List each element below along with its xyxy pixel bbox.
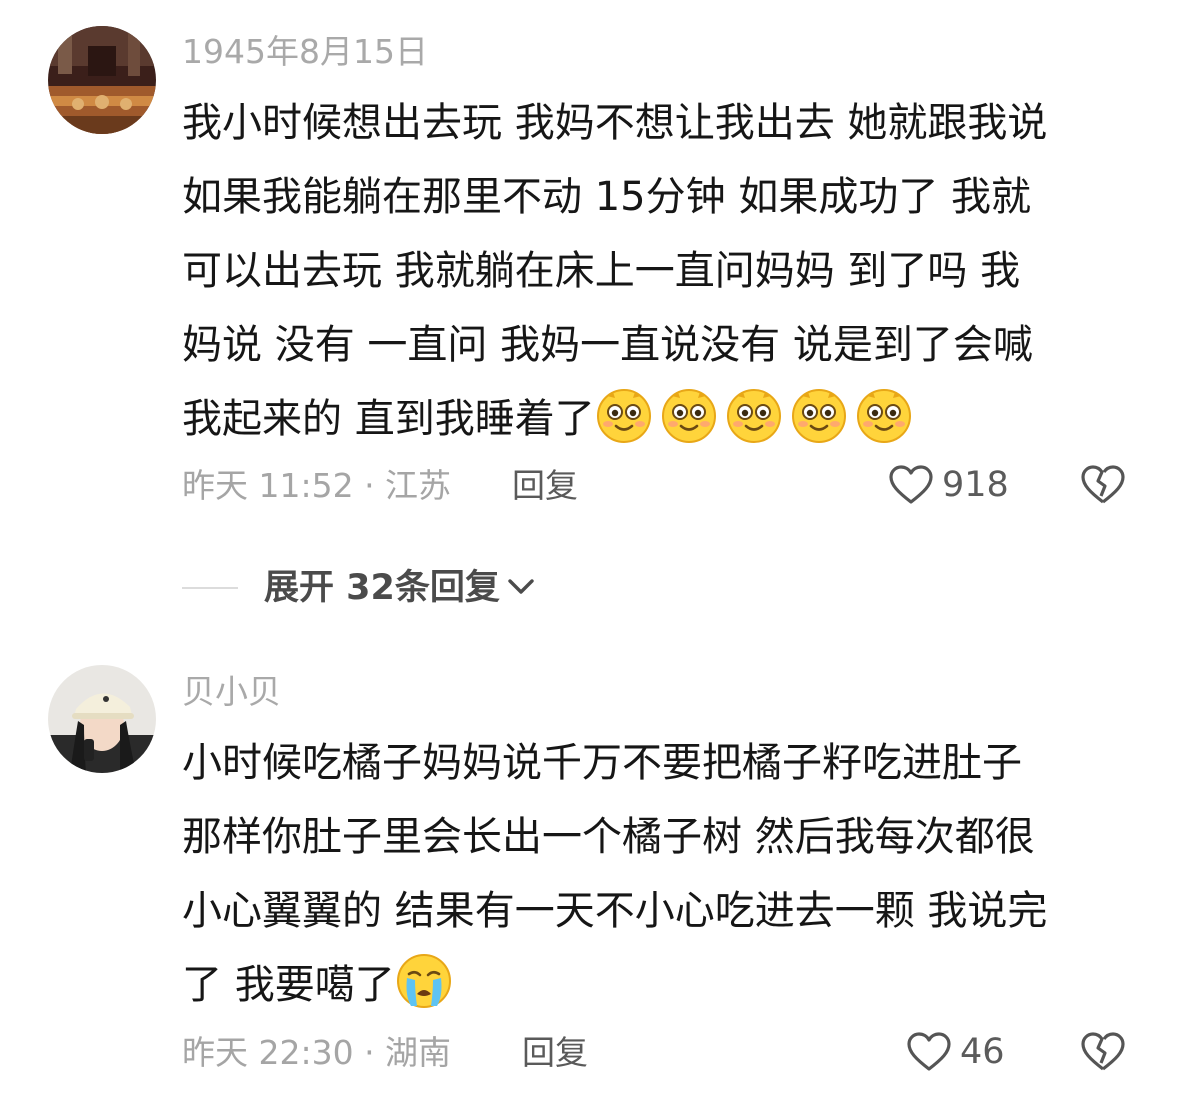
comment-line: 小心翼翼的 结果有一天不小心吃进去一颗 我说完	[182, 888, 1048, 934]
username[interactable]: 1945年8月15日	[182, 32, 428, 72]
heart-icon	[888, 464, 934, 506]
avatar[interactable]	[48, 665, 156, 773]
divider	[182, 587, 238, 589]
comment-line: 小时候吃橘子妈妈说千万不要把橘子籽吃进肚子	[182, 740, 1022, 786]
emoji-row	[595, 389, 920, 443]
smile-emoji	[660, 386, 718, 444]
comment-line-last: 了 我要噶了	[182, 948, 1142, 1022]
like-count: 918	[942, 465, 1009, 505]
reply-button[interactable]: 回复	[522, 1033, 588, 1073]
smile-emoji	[790, 386, 848, 444]
like-count: 46	[960, 1032, 1005, 1072]
avatar-image	[48, 26, 156, 134]
like-button[interactable]: 46	[906, 1031, 1005, 1073]
comment-text: 我小时候想出去玩 我妈不想让我出去 她就跟我说 如果我能躺在那里不动 15分钟 …	[182, 86, 1142, 456]
time-location: 昨天 11:52 · 江苏	[182, 466, 452, 505]
smile-emoji	[595, 386, 653, 444]
expand-replies[interactable]: 展开 32条回复	[182, 568, 536, 608]
comment-line: 如果我能躺在那里不动 15分钟 如果成功了 我就	[182, 174, 1032, 220]
comment-line-last: 我起来的 直到我睡着了	[182, 382, 1142, 456]
broken-heart-icon	[1080, 1031, 1126, 1073]
comment-text: 小时候吃橘子妈妈说千万不要把橘子籽吃进肚子 那样你肚子里会长出一个橘子树 然后我…	[182, 726, 1142, 1022]
emoji-row	[395, 954, 460, 1008]
chevron-down-icon	[500, 575, 536, 601]
reply-button[interactable]: 回复	[512, 466, 578, 506]
smile-emoji	[855, 386, 913, 444]
comment-line: 我小时候想出去玩 我妈不想让我出去 她就跟我说	[182, 100, 1048, 146]
heart-icon	[906, 1031, 952, 1073]
broken-heart-icon	[1080, 464, 1126, 506]
comment-line: 那样你肚子里会长出一个橘子树 然后我每次都很	[182, 814, 1035, 860]
comment-line-text: 我起来的 直到我睡着了	[182, 396, 595, 442]
expand-replies-label: 展开 32条回复	[264, 568, 500, 608]
avatar-image	[48, 665, 156, 773]
comment-line-text: 了 我要噶了	[182, 962, 395, 1008]
avatar[interactable]	[48, 26, 156, 134]
like-button[interactable]: 918	[888, 464, 1009, 506]
username[interactable]: 贝小贝	[182, 672, 281, 712]
crying-emoji	[395, 952, 453, 1010]
smile-emoji	[725, 386, 783, 444]
comment-line: 妈说 没有 一直问 我妈一直说没有 说是到了会喊	[182, 322, 1033, 368]
comment-line: 可以出去玩 我就躺在床上一直问妈妈 到了吗 我	[182, 248, 1021, 294]
dislike-button[interactable]	[1080, 1031, 1126, 1073]
time-location: 昨天 22:30 · 湖南	[182, 1033, 452, 1072]
dislike-button[interactable]	[1080, 464, 1126, 506]
